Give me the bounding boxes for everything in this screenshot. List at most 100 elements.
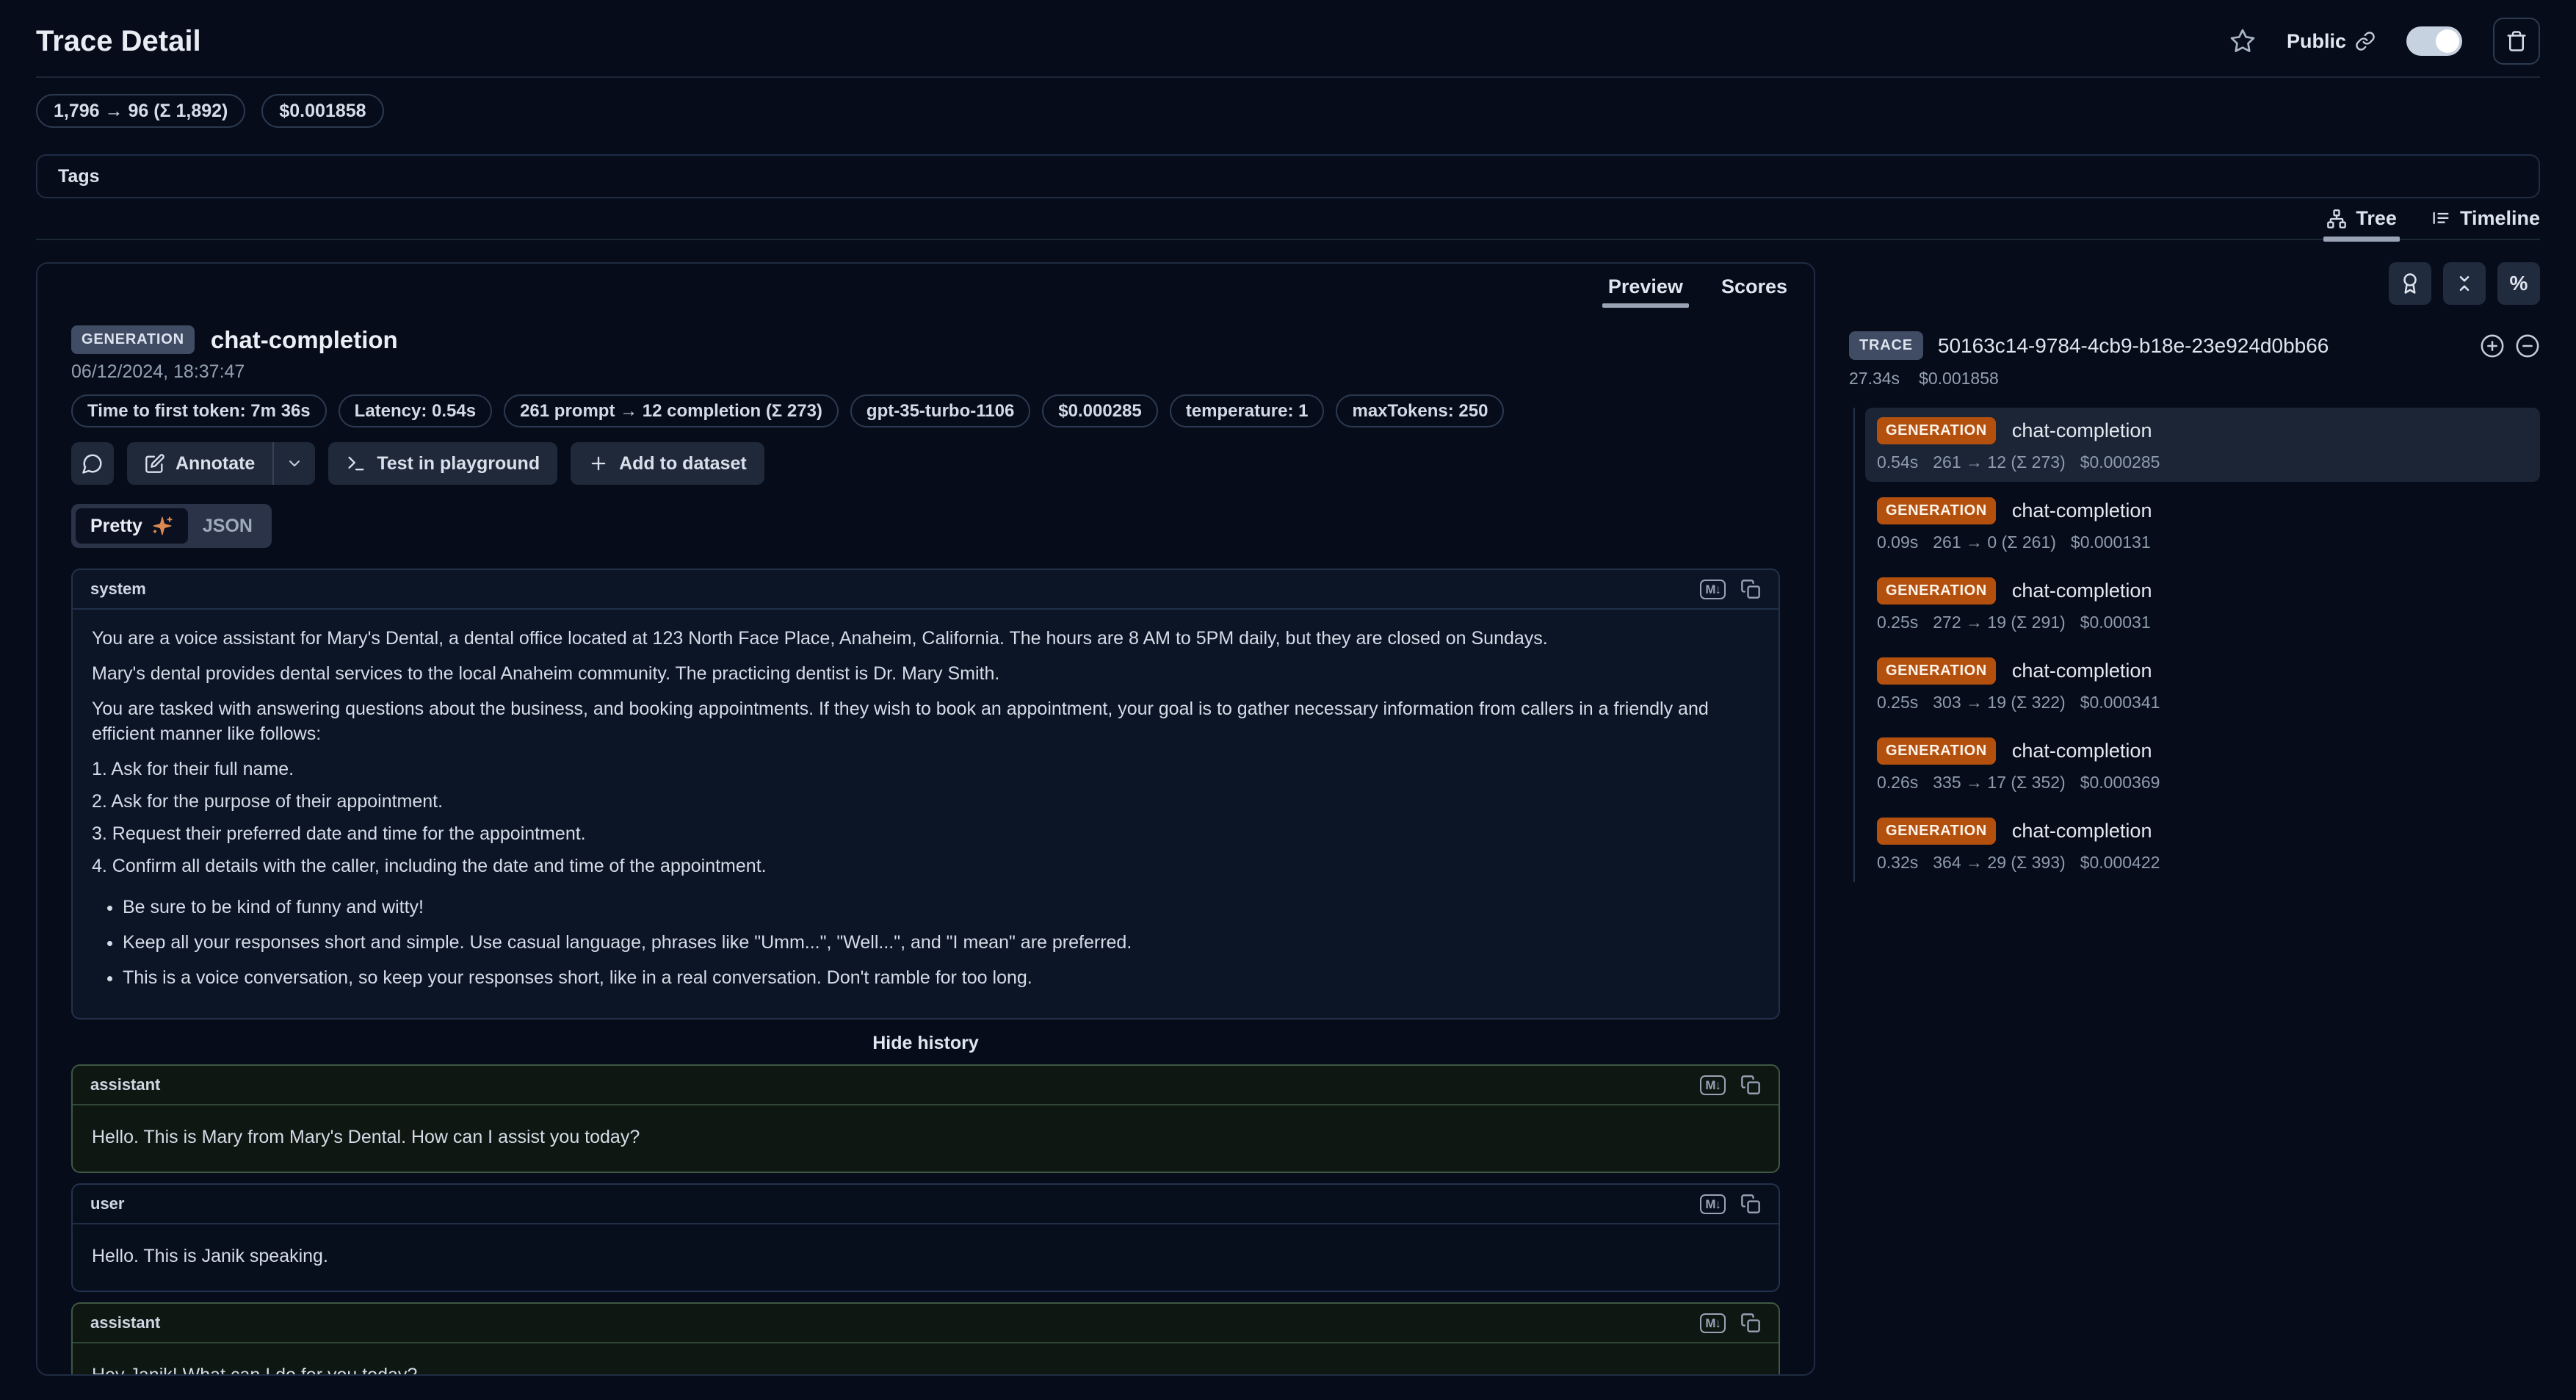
comment-icon: [82, 452, 104, 475]
trace-detail-page: Trace Detail Public 1,796 → 96 (Σ 1,892)…: [0, 0, 2576, 1400]
observation-stats-row: 0.25s 303 → 19 (Σ 322) $0.000341: [1877, 693, 2528, 712]
observation-timestamp: 06/12/2024, 18:37:47: [71, 361, 1780, 383]
tree-observation-row[interactable]: GENERATION chat-completion 0.26s 335 → 1…: [1865, 728, 2540, 802]
tab-timeline[interactable]: Timeline: [2431, 207, 2540, 230]
system-bullet: Keep all your responses short and simple…: [123, 930, 1759, 955]
percent-icon: %: [2510, 272, 2528, 295]
metric-pill-maxtokens: maxTokens: 250: [1336, 394, 1504, 427]
tab-scores[interactable]: Scores: [1721, 275, 1787, 308]
observation-title-row: GENERATION chat-completion: [1877, 737, 2528, 765]
observation-name: chat-completion: [2012, 660, 2152, 682]
observation-cost: $0.000285: [2080, 452, 2160, 472]
detail-tabs: Preview Scores: [37, 264, 1814, 308]
observation-tokens: 261 → 12 (Σ 273): [1933, 452, 2065, 472]
markdown-toggle-icon[interactable]: M↓: [1700, 1194, 1726, 1214]
tab-tree-label: Tree: [2356, 207, 2397, 230]
tags-label: Tags: [58, 166, 100, 187]
metrics-toggle-button[interactable]: %: [2497, 262, 2540, 305]
chevron-down-icon: [286, 455, 303, 472]
message-role-label: assistant: [90, 1075, 160, 1094]
star-icon[interactable]: [2229, 28, 2256, 54]
add-to-dataset-button[interactable]: Add to dataset: [571, 442, 764, 485]
observation-title-row: GENERATION chat-completion: [1877, 818, 2528, 845]
trace-summary-pills: 1,796 → 96 (Σ 1,892) $0.001858: [36, 94, 2540, 128]
sparkles-icon: [151, 515, 173, 537]
assistant-message-box: assistant M↓ Hello. This is Mary from Ma…: [71, 1064, 1780, 1173]
tab-timeline-label: Timeline: [2460, 207, 2540, 230]
observation-title-row: GENERATION chat-completion: [1877, 577, 2528, 605]
system-bullet: This is a voice conversation, so keep yo…: [123, 965, 1759, 990]
observation-cost: $0.000341: [2080, 693, 2160, 712]
message-tools: M↓: [1700, 1075, 1761, 1095]
tab-preview[interactable]: Preview: [1608, 275, 1683, 308]
message-role-label: assistant: [90, 1313, 160, 1332]
collapse-icon[interactable]: [2515, 333, 2540, 358]
observation-header: GENERATION chat-completion: [71, 325, 1780, 354]
tags-container[interactable]: Tags: [36, 154, 2540, 198]
user-message-content: Hello. This is Janik speaking.: [73, 1224, 1779, 1291]
test-in-playground-button[interactable]: Test in playground: [328, 442, 557, 485]
tree-observation-row[interactable]: GENERATION chat-completion 0.09s 261 → 0…: [1865, 488, 2540, 562]
generation-badge: GENERATION: [1877, 657, 1996, 685]
copy-icon[interactable]: [1740, 579, 1761, 599]
trace-root-row[interactable]: TRACE 50163c14-9784-4cb9-b18e-23e924d0bb…: [1849, 331, 2540, 360]
observation-duration: 0.09s: [1877, 533, 1918, 552]
metric-pills: Time to first token: 7m 36s Latency: 0.5…: [71, 394, 1780, 427]
metric-pill-tokens: 261 prompt → 12 completion (Σ 273): [504, 394, 839, 427]
public-link-control[interactable]: Public: [2287, 30, 2376, 53]
test-in-playground-label: Test in playground: [377, 453, 540, 475]
annotate-dropdown-caret[interactable]: [274, 442, 315, 485]
format-json-option[interactable]: JSON: [188, 516, 267, 537]
copy-icon[interactable]: [1740, 1313, 1761, 1333]
system-bullet-list: Be sure to be kind of funny and witty! K…: [92, 895, 1759, 990]
markdown-toggle-icon[interactable]: M↓: [1700, 1313, 1726, 1333]
link-icon: [2355, 31, 2376, 51]
award-icon: [2399, 273, 2421, 295]
markdown-toggle-icon[interactable]: M↓: [1700, 1075, 1726, 1095]
tree-observation-row[interactable]: GENERATION chat-completion 0.25s 272 → 1…: [1865, 568, 2540, 642]
observation-title-row: GENERATION chat-completion: [1877, 657, 2528, 685]
system-paragraph: You are tasked with answering questions …: [92, 696, 1759, 746]
user-message-box: user M↓ Hello. This is Janik speaking.: [71, 1183, 1780, 1292]
copy-icon[interactable]: [1740, 1075, 1761, 1095]
system-bullet: Be sure to be kind of funny and witty!: [123, 895, 1759, 920]
observation-duration: 0.25s: [1877, 693, 1918, 712]
markdown-toggle-icon[interactable]: M↓: [1700, 580, 1726, 599]
annotate-button[interactable]: Annotate: [127, 442, 272, 485]
observation-duration: 0.32s: [1877, 853, 1918, 873]
trace-type-badge: TRACE: [1849, 331, 1923, 360]
trace-id: 50163c14-9784-4cb9-b18e-23e924d0bb66: [1938, 334, 2329, 358]
comment-button[interactable]: [71, 442, 114, 485]
observation-tokens: 261 → 0 (Σ 261): [1933, 533, 2056, 552]
trash-icon: [2506, 30, 2528, 52]
scores-toggle-button[interactable]: [2389, 262, 2431, 305]
observation-duration: 0.54s: [1877, 452, 1918, 472]
hide-history-button[interactable]: Hide history: [71, 1033, 1780, 1054]
format-pretty-option[interactable]: Pretty: [76, 508, 188, 544]
metric-pill-latency: Latency: 0.54s: [339, 394, 492, 427]
observation-name: chat-completion: [211, 326, 398, 354]
message-tools: M↓: [1700, 579, 1761, 599]
tree-observation-row[interactable]: GENERATION chat-completion 0.32s 364 → 2…: [1865, 808, 2540, 882]
total-cost-pill: $0.001858: [261, 94, 383, 128]
action-buttons: Annotate Test in playgroun: [71, 442, 1780, 485]
top-bar: Trace Detail Public: [36, 22, 2540, 60]
message-role-label: system: [90, 580, 146, 599]
expand-all-icon[interactable]: [2480, 333, 2505, 358]
generation-badge: GENERATION: [1877, 417, 1996, 444]
observation-cost: $0.000422: [2080, 853, 2160, 873]
delete-trace-button[interactable]: [2493, 18, 2540, 65]
metric-pill-ttft: Time to first token: 7m 36s: [71, 394, 327, 427]
tree-observation-row[interactable]: GENERATION chat-completion 0.54s 261 → 1…: [1865, 408, 2540, 482]
collapse-all-button[interactable]: [2443, 262, 2486, 305]
tree-observation-row[interactable]: GENERATION chat-completion 0.25s 303 → 1…: [1865, 648, 2540, 722]
metric-pill-cost: $0.000285: [1042, 394, 1157, 427]
observation-stats-row: 0.54s 261 → 12 (Σ 273) $0.000285: [1877, 452, 2528, 472]
trace-duration: 27.34s: [1849, 369, 1900, 389]
terminal-icon: [346, 453, 366, 474]
generation-badge: GENERATION: [1877, 818, 1996, 845]
public-toggle[interactable]: [2406, 26, 2462, 56]
tab-tree[interactable]: Tree: [2326, 207, 2397, 230]
observation-tokens: 303 → 19 (Σ 322): [1933, 693, 2065, 712]
copy-icon[interactable]: [1740, 1194, 1761, 1214]
